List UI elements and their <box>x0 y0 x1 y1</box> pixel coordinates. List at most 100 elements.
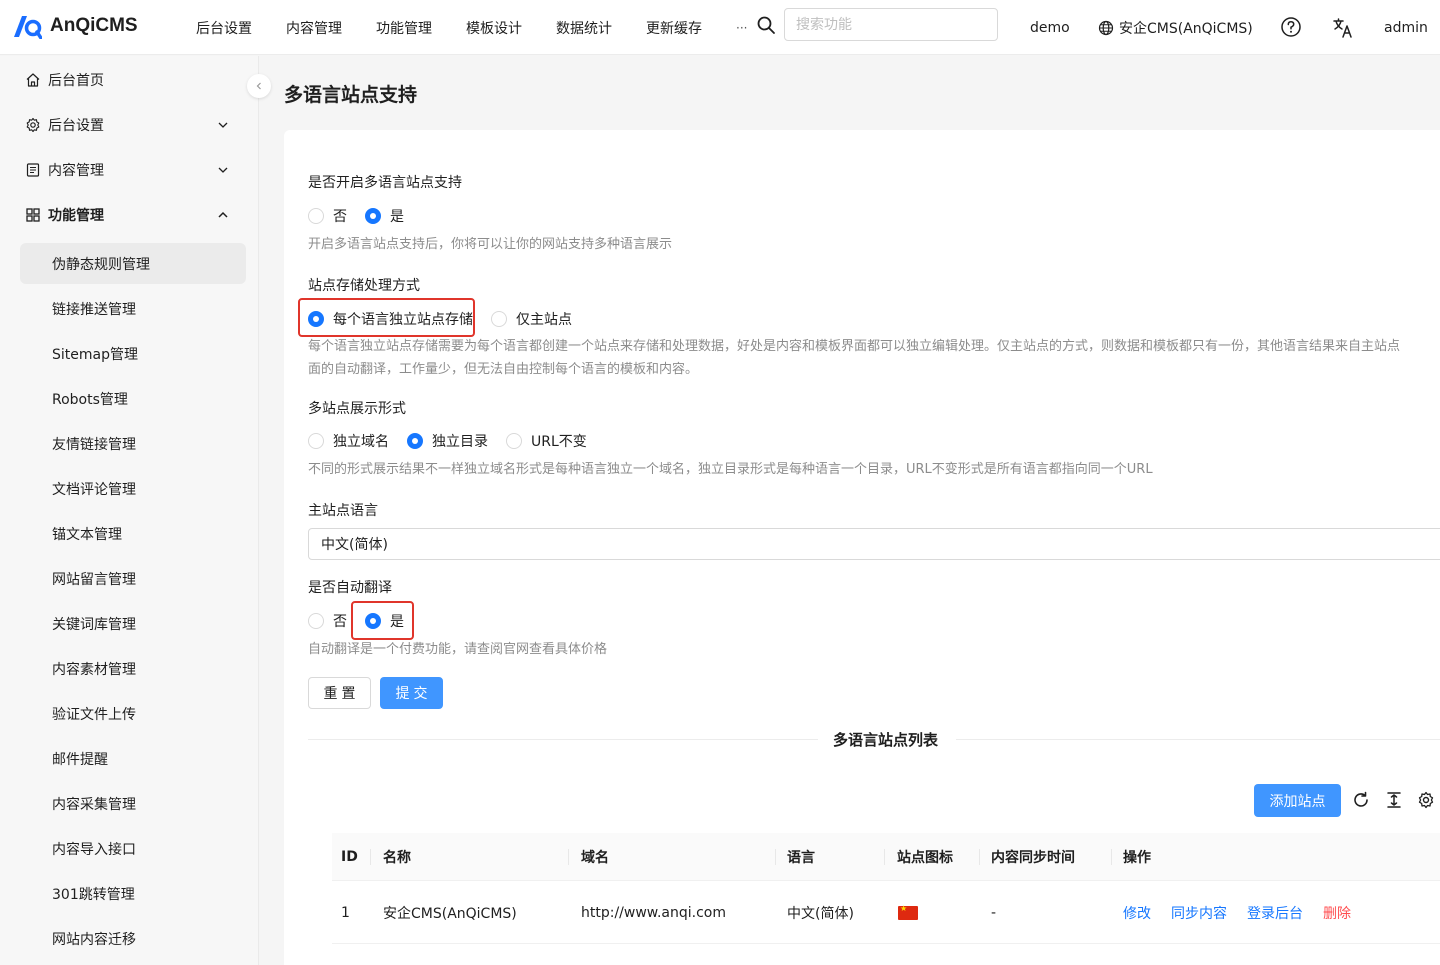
cell-actions: 修改 同步内容 登录后台 删除 <box>1123 882 1371 944</box>
display-radio-url-unchanged[interactable]: URL不变 <box>506 431 587 451</box>
nav-item-settings[interactable]: 后台设置 <box>196 18 252 38</box>
page-title: 多语言站点支持 <box>284 84 418 106</box>
site-selector[interactable]: 安企CMS(AnQiCMS) <box>1098 0 1253 55</box>
sidebar-sub-rewrite[interactable]: 伪静态规则管理 <box>20 243 246 284</box>
radio-label: 是 <box>390 614 404 630</box>
add-site-button[interactable]: 添加站点 <box>1254 784 1341 817</box>
col-id: ID <box>341 849 358 865</box>
site-switch-demo[interactable]: demo <box>1030 0 1070 55</box>
sidebar-sub-robots[interactable]: Robots管理 <box>20 378 246 419</box>
sidebar-sub-sitemap[interactable]: Sitemap管理 <box>20 333 246 374</box>
radio-label: 否 <box>333 209 347 225</box>
china-flag-icon <box>898 904 918 920</box>
reload-icon[interactable] <box>1352 791 1370 809</box>
sidebar-sub-redirect[interactable]: 301跳转管理 <box>20 873 246 914</box>
sidebar-sub-guestbook[interactable]: 网站留言管理 <box>20 558 246 599</box>
radio-dot <box>491 311 507 327</box>
top-nav: 后台设置 内容管理 功能管理 模板设计 数据统计 更新缓存 ··· <box>196 0 781 55</box>
display-radio-directory[interactable]: 独立目录 <box>407 431 488 451</box>
table-row: 1 安企CMS(AnQiCMS) http://www.anqi.com 中文(… <box>332 882 1440 944</box>
nav-item-statistics[interactable]: 数据统计 <box>556 18 612 38</box>
main-language-label: 主站点语言 <box>308 503 378 519</box>
logo-text: AnQiCMS <box>50 15 138 36</box>
sidebar-item-label: 后台首页 <box>48 72 104 89</box>
login-admin-link[interactable]: 登录后台 <box>1247 903 1303 923</box>
translate-icon[interactable] <box>1332 17 1354 39</box>
col-icon: 站点图标 <box>897 850 953 866</box>
delete-link[interactable]: 删除 <box>1323 903 1351 923</box>
sidebar-sub-anchor-text[interactable]: 锚文本管理 <box>20 513 246 554</box>
sidebar-item-settings[interactable]: 后台设置 <box>0 102 259 147</box>
document-icon <box>26 162 40 177</box>
sidebar-sub-import-api[interactable]: 内容导入接口 <box>20 828 246 869</box>
sidebar-item-features[interactable]: 功能管理 <box>0 192 259 237</box>
radio-dot <box>308 208 324 224</box>
user-menu[interactable]: admin <box>1384 0 1428 55</box>
sidebar: 后台首页 后台设置 内容管理 功能管理 伪静态规则管理 链接推送管理 Sitem… <box>0 56 259 965</box>
sidebar-sub-materials[interactable]: 内容素材管理 <box>20 648 246 689</box>
search-input[interactable] <box>784 8 998 41</box>
radio-label: 独立目录 <box>432 434 488 450</box>
radio-dot <box>407 433 423 449</box>
radio-dot <box>365 208 381 224</box>
storage-radio-group: 每个语言独立站点存储 仅主站点 <box>308 308 590 330</box>
nav-item-content[interactable]: 内容管理 <box>286 18 342 38</box>
radio-label: URL不变 <box>531 434 587 450</box>
radio-label: 否 <box>333 614 347 630</box>
sidebar-item-dashboard[interactable]: 后台首页 <box>0 57 259 102</box>
radio-dot <box>308 613 324 629</box>
nav-item-features[interactable]: 功能管理 <box>376 18 432 38</box>
sidebar-sub-verify-upload[interactable]: 验证文件上传 <box>20 693 246 734</box>
nav-item-cache[interactable]: 更新缓存 <box>646 18 702 38</box>
submit-button[interactable]: 提交 <box>380 677 443 709</box>
sync-content-link[interactable]: 同步内容 <box>1171 903 1227 923</box>
sidebar-sub-email-alert[interactable]: 邮件提醒 <box>20 738 246 779</box>
col-actions: 操作 <box>1123 850 1151 866</box>
search-icon[interactable] <box>756 15 776 35</box>
sidebar-collapse-button[interactable] <box>247 74 271 98</box>
nav-item-more[interactable]: ··· <box>736 21 747 35</box>
help-icon[interactable] <box>1280 16 1302 38</box>
auto-translate-radio-group: 否 是 <box>308 610 422 632</box>
storage-radio-main-only[interactable]: 仅主站点 <box>491 309 572 329</box>
auto-translate-radio-no[interactable]: 否 <box>308 611 347 631</box>
storage-radio-independent[interactable]: 每个语言独立站点存储 <box>308 309 473 329</box>
display-label: 多站点展示形式 <box>308 401 406 417</box>
sidebar-sub-comments[interactable]: 文档评论管理 <box>20 468 246 509</box>
sidebar-sub-keywords[interactable]: 关键词库管理 <box>20 603 246 644</box>
cell-name: 安企CMS(AnQiCMS) <box>383 906 517 922</box>
sidebar-sub-link-push[interactable]: 链接推送管理 <box>20 288 246 329</box>
sidebar-sub-collector[interactable]: 内容采集管理 <box>20 783 246 824</box>
chevron-up-icon <box>218 211 228 218</box>
storage-help-line1: 每个语言独立站点存储需要为每个语言都创建一个站点来存储和处理数据，好处是内容和模… <box>308 339 1401 354</box>
reset-button[interactable]: 重置 <box>308 677 371 709</box>
cell-id: 1 <box>341 905 350 921</box>
globe-icon <box>1098 20 1114 35</box>
logo[interactable]: AnQiCMS <box>12 13 138 39</box>
radio-dot <box>308 433 324 449</box>
enable-radio-yes[interactable]: 是 <box>365 206 404 226</box>
enable-radio-no[interactable]: 否 <box>308 206 347 226</box>
display-radio-domain[interactable]: 独立域名 <box>308 431 389 451</box>
enable-label: 是否开启多语言站点支持 <box>308 175 462 191</box>
site-name: 安企CMS(AnQiCMS) <box>1119 20 1253 37</box>
main-language-select[interactable]: 中文(简体) <box>308 528 1440 560</box>
sidebar-item-content[interactable]: 内容管理 <box>0 147 259 192</box>
nav-item-template[interactable]: 模板设计 <box>466 18 522 38</box>
sidebar-item-label: 内容管理 <box>48 162 104 179</box>
table-header: ID 名称 域名 语言 站点图标 内容同步时间 操作 <box>332 833 1440 881</box>
divider-right <box>956 739 1440 740</box>
edit-link[interactable]: 修改 <box>1123 903 1151 923</box>
column-height-icon[interactable] <box>1385 791 1403 809</box>
sidebar-item-label: 后台设置 <box>48 117 104 134</box>
sidebar-sub-migration[interactable]: 网站内容迁移 <box>20 918 246 959</box>
radio-dot <box>506 433 522 449</box>
auto-translate-radio-yes[interactable]: 是 <box>365 611 404 631</box>
display-help: 不同的形式展示结果不一样独立域名形式是每种语言独立一个域名，独立目录形式是每种语… <box>308 462 1153 477</box>
cell-sync-time: - <box>991 905 997 921</box>
column-separator <box>884 849 885 865</box>
column-separator <box>370 849 371 865</box>
sidebar-sub-friend-links[interactable]: 友情链接管理 <box>20 423 246 464</box>
top-header: AnQiCMS 后台设置 内容管理 功能管理 模板设计 数据统计 更新缓存 ··… <box>0 0 1440 55</box>
settings-gear-icon[interactable] <box>1417 791 1435 809</box>
